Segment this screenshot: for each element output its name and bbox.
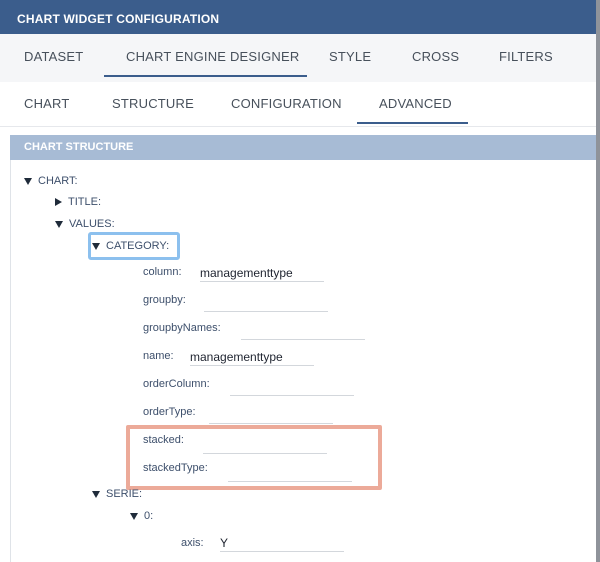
order-type-input[interactable]: [209, 406, 333, 424]
tab-cross[interactable]: CROSS: [412, 49, 459, 64]
window-title: CHART WIDGET CONFIGURATION: [0, 0, 600, 34]
groupby-names-input[interactable]: [241, 322, 365, 340]
tree-node-title[interactable]: TITLE:: [55, 196, 101, 208]
tree-node-label: SERIE:: [106, 488, 143, 500]
content-left-border: [10, 160, 11, 562]
prop-label-axis: axis:: [181, 537, 204, 549]
tab-chart[interactable]: CHART: [24, 96, 70, 111]
stacked-input[interactable]: [203, 436, 327, 454]
active-sub-tab-indicator: [357, 122, 468, 124]
tree-node-label: CHART:: [38, 175, 78, 187]
axis-input[interactable]: [220, 534, 344, 552]
tree-node-serie-0[interactable]: 0:: [130, 510, 153, 522]
prop-label-column: column:: [143, 266, 182, 278]
order-column-input[interactable]: [230, 378, 354, 396]
tree-node-chart[interactable]: CHART:: [24, 175, 78, 187]
collapse-triangle-icon[interactable]: [92, 490, 100, 498]
column-input[interactable]: [200, 264, 324, 282]
tab-style[interactable]: STYLE: [329, 49, 371, 64]
chart-widget-config-window: CHART WIDGET CONFIGURATION DATASET CHART…: [0, 0, 600, 562]
window-right-edge: [596, 0, 600, 562]
prop-label-order-column: orderColumn:: [143, 378, 210, 390]
groupby-input[interactable]: [204, 294, 328, 312]
collapse-triangle-icon[interactable]: [92, 242, 100, 250]
collapse-triangle-icon[interactable]: [130, 512, 138, 520]
prop-label-stacked: stacked:: [143, 434, 184, 446]
name-input[interactable]: [190, 348, 314, 366]
prop-label-groupby-names: groupbyNames:: [143, 322, 221, 334]
tree-node-label: 0:: [144, 510, 154, 522]
chart-structure-header: CHART STRUCTURE: [10, 135, 600, 160]
tab-filters[interactable]: FILTERS: [499, 49, 553, 64]
prop-label-name: name:: [143, 350, 174, 362]
stacked-type-input[interactable]: [228, 464, 352, 482]
expand-triangle-icon[interactable]: [55, 198, 62, 207]
active-main-tab-indicator: [104, 75, 307, 77]
tab-chart-engine-designer[interactable]: CHART ENGINE DESIGNER: [126, 49, 299, 64]
tab-configuration[interactable]: CONFIGURATION: [231, 96, 342, 111]
tree-node-label: TITLE:: [68, 196, 102, 208]
prop-label-stacked-type: stackedType:: [143, 462, 208, 474]
tab-structure[interactable]: STRUCTURE: [112, 96, 194, 111]
tab-advanced[interactable]: ADVANCED: [379, 96, 452, 111]
tree-node-serie[interactable]: SERIE:: [92, 488, 142, 500]
prop-label-order-type: orderType:: [143, 406, 196, 418]
sub-tab-bar: CHART STRUCTURE CONFIGURATION ADVANCED: [0, 82, 600, 127]
collapse-triangle-icon[interactable]: [55, 220, 63, 228]
collapse-triangle-icon[interactable]: [24, 177, 32, 185]
tree-node-values[interactable]: VALUES:: [55, 218, 115, 230]
tree-node-category[interactable]: CATEGORY:: [92, 240, 169, 252]
prop-label-groupby: groupby:: [143, 294, 186, 306]
tree-node-label: CATEGORY:: [106, 240, 170, 252]
tab-dataset[interactable]: DATASET: [24, 49, 83, 64]
tree-node-label: VALUES:: [69, 218, 115, 230]
